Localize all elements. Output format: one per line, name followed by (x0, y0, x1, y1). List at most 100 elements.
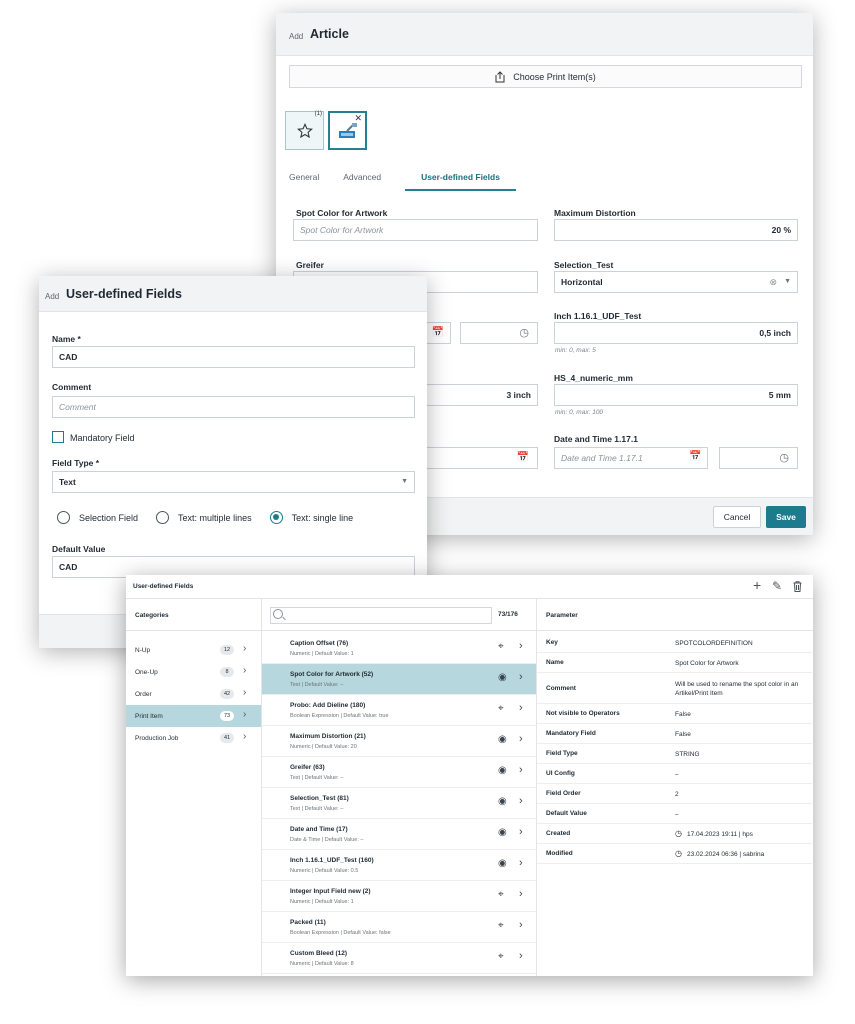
radio-text-multiple-lines[interactable]: Text: multiple lines (156, 511, 252, 524)
choose-print-items-button[interactable]: Choose Print Item(s) (289, 65, 802, 88)
chevron-right-icon[interactable]: › (519, 733, 523, 745)
visibility-eye-icon: ◉ (498, 734, 507, 745)
category-one-up[interactable]: One-Up 8 › (126, 661, 261, 683)
article-tabs: General Advanced User-defined Fields (289, 163, 540, 191)
dialog-prefix: Add (45, 292, 60, 301)
category-n-up[interactable]: N-Up 12 › (126, 639, 261, 661)
chevron-down-icon[interactable]: ▼ (401, 478, 408, 485)
datetime-input[interactable]: Date and Time 1.17.1 (554, 447, 708, 469)
field-item-details: Numeric | Default Value: 1 (290, 651, 354, 657)
cancel-button[interactable]: Cancel (713, 506, 761, 528)
chevron-right-icon[interactable]: › (519, 919, 523, 931)
inch-input[interactable]: 0,5 inch (554, 322, 798, 344)
calendar-icon[interactable]: 📅 (689, 451, 701, 462)
chevron-right-icon[interactable]: › (519, 857, 523, 869)
category-count-badge: 12 (220, 645, 234, 655)
parameter-row: Created ◷ 17.04.2023 19:11 | hps (537, 824, 812, 844)
hidden-visibility-icon: ⌖ (498, 889, 504, 900)
field-list-item[interactable]: Inch 1.16.1_UDF_Test (160) Numeric | Defa… (262, 850, 536, 881)
category-order[interactable]: Order 42 › (126, 683, 261, 705)
field-item-details: Text | Default Value: – (290, 682, 344, 688)
calendar-icon: 📅 (431, 327, 444, 338)
spot-color-input[interactable]: Spot Color for Artwork (293, 219, 538, 241)
categories-header: Categories (126, 599, 261, 631)
mandatory-field-checkbox[interactable] (52, 431, 64, 443)
chevron-right-icon[interactable]: › (519, 950, 523, 962)
date-input-partial-2[interactable]: 📅 (426, 447, 538, 469)
article-dialog-title: Article (310, 27, 349, 41)
chevron-right-icon[interactable]: › (519, 826, 523, 838)
chevron-right-icon: › (243, 731, 247, 742)
chevron-down-icon[interactable]: ▼ (784, 278, 791, 285)
field-item-name: Integer Input Field new (2) (290, 888, 371, 895)
hs-input[interactable]: 5 mm (554, 384, 798, 406)
field-type-select[interactable]: Text ▼ (52, 471, 415, 493)
clock-icon: ◷ (779, 452, 789, 464)
parameter-column: Parameter Key SPOTCOLORDEFINITION Name Spot… (537, 599, 813, 976)
field-list-item[interactable]: Greifer (63) Text | Default Value: – ◉ › (262, 757, 536, 788)
selection-test-select[interactable]: Horizontal ⊗ ▼ (554, 271, 798, 293)
choose-print-items-label: Choose Print Item(s) (513, 71, 596, 82)
clock-icon: ◷ (675, 829, 682, 838)
chevron-right-icon[interactable]: › (519, 671, 523, 683)
field-list-item[interactable]: Custom Bleed (12) Numeric | Default Value… (262, 943, 536, 974)
chevron-right-icon: › (243, 643, 247, 654)
parameter-row: Field Order 2 (537, 784, 812, 804)
save-button[interactable]: Save (766, 506, 806, 528)
radio-text-single-line[interactable]: Text: single line (269, 511, 353, 524)
radio-selection-field[interactable]: Selection Field (57, 511, 138, 524)
parameter-value: SPOTCOLORDEFINITION (675, 640, 753, 647)
add-icon[interactable]: + (753, 577, 761, 593)
udf-manager-toolbar: User-defined Fields + ✎ (126, 575, 813, 599)
chevron-right-icon[interactable]: › (519, 702, 523, 714)
delete-trash-icon[interactable] (793, 581, 802, 592)
time-input[interactable]: ◷ (460, 322, 538, 344)
parameter-key: UI Config (546, 770, 575, 777)
radio-label: Selection Field (79, 512, 139, 523)
parameter-row: Modified ◷ 23.02.2024 06:36 | sabrina (537, 844, 812, 864)
category-print-item[interactable]: Print Item 73 › (126, 705, 261, 727)
field-item-name: Greifer (63) (290, 764, 325, 771)
chevron-right-icon[interactable]: › (519, 640, 523, 652)
category-production-job[interactable]: Production Job 41 › (126, 727, 261, 749)
field-list-item[interactable]: Date and Time (17) Date & Time | Default … (262, 819, 536, 850)
visibility-eye-icon: ◉ (498, 796, 507, 807)
radio-circle (57, 511, 70, 524)
field-list-item[interactable]: Selection_Test (81) Text | Default Value:… (262, 788, 536, 819)
selection-test-value: Horizontal (561, 277, 603, 287)
chevron-right-icon[interactable]: › (519, 795, 523, 807)
field-list-item[interactable]: Probo: Add Dieline (180) Boolean Expressi… (262, 695, 536, 726)
tab-advanced[interactable]: Advanced (343, 163, 381, 191)
field-item-details: Numeric | Default Value: 20 (290, 744, 357, 750)
clear-selection-icon[interactable]: ⊗ (769, 277, 777, 288)
dialog-prefix: Add (289, 32, 304, 41)
name-input[interactable]: CAD (52, 346, 415, 368)
print-item-image-icon (338, 122, 357, 138)
field-item-name: Custom Bleed (12) (290, 950, 348, 957)
comment-input[interactable]: Comment (52, 396, 415, 418)
parameter-key: Field Type (546, 750, 578, 757)
parameter-value: 2 (675, 791, 679, 798)
field-list-item[interactable]: Caption Offset (76) Numeric | Default Val… (262, 633, 536, 664)
search-input[interactable] (270, 607, 492, 624)
edit-pencil-icon[interactable]: ✎ (772, 579, 782, 593)
max-distortion-input[interactable]: 20 % (554, 219, 798, 241)
favorite-thumbnail[interactable]: (1) (285, 111, 324, 150)
field-item-name: Inch 1.16.1_UDF_Test (160) (290, 857, 374, 864)
datetime-time-input[interactable]: ◷ (719, 447, 798, 469)
inch-hint: min: 0, max: 5 (555, 347, 596, 354)
calendar-icon: 📅 (516, 452, 529, 463)
tab-general[interactable]: General (289, 163, 319, 191)
chevron-right-icon[interactable]: › (519, 764, 523, 776)
tab-user-defined-fields[interactable]: User-defined Fields (405, 163, 516, 191)
field-list-item[interactable]: Integer Input Field new (2) Numeric | Def… (262, 881, 536, 912)
max-distortion-unit: % (783, 225, 791, 235)
remove-thumbnail-icon[interactable]: ✕ (354, 113, 362, 124)
field-list-item[interactable]: Maximum Distortion (21) Numeric | Default… (262, 726, 536, 757)
chevron-right-icon[interactable]: › (519, 888, 523, 900)
print-item-thumbnail[interactable]: ✕ (328, 111, 367, 150)
inch-field-partial[interactable]: 3 inch (426, 384, 538, 406)
field-list-item[interactable]: Spot Color for Artwork (52) Text | Defaul… (262, 664, 536, 695)
field-list-item[interactable]: Packed (11) Boolean Expression | Default … (262, 912, 536, 943)
star-icon (296, 122, 313, 138)
